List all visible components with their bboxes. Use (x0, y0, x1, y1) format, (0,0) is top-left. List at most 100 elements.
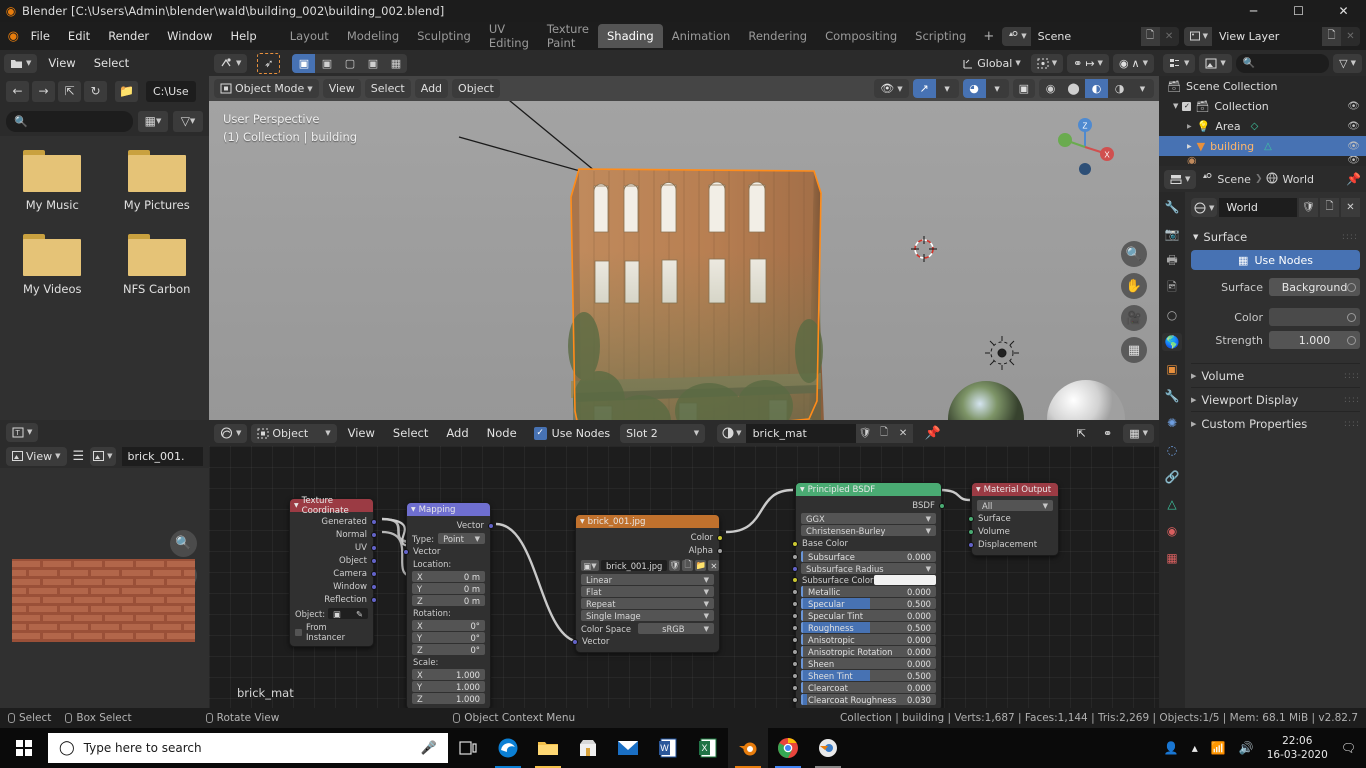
tab-animation[interactable]: Animation (663, 24, 740, 48)
mapping-rotation-z[interactable]: Z 0° (412, 644, 485, 655)
transform-orientation-selector[interactable]: Global ▼ (955, 54, 1026, 73)
minimize-button[interactable]: ─ (1231, 0, 1276, 22)
use-nodes-button[interactable]: ▦ Use Nodes (1191, 250, 1360, 270)
taskbar-word-icon[interactable]: W (648, 728, 688, 768)
properties-tab-object[interactable]: ▣ (1162, 360, 1182, 378)
menu-window[interactable]: Window (159, 26, 220, 46)
file-search-input[interactable]: 🔍 (6, 110, 133, 132)
snap-magnet-icon[interactable]: ⚭ (1097, 424, 1118, 443)
wireframe-shading-icon[interactable]: ◉ (1039, 79, 1062, 98)
editor-type-button[interactable]: ▼ (1163, 53, 1196, 73)
panel-volume[interactable]: ▶ Volume :::: (1191, 363, 1360, 387)
breadcrumb-scene-label[interactable]: Scene (1217, 173, 1251, 186)
extension-dropdown[interactable]: Repeat ▼ (581, 598, 714, 609)
shader-node-canvas[interactable]: ▼ Texture Coordinate Generated Normal UV… (209, 446, 1159, 708)
node-mapping[interactable]: ▼ Mapping Vector Type: Point ▼ Vector Lo… (403, 502, 494, 708)
shader-menu-node[interactable]: Node (480, 424, 524, 442)
shader-type-selector[interactable]: Object ▼ (251, 423, 337, 443)
viewlayer-selector[interactable]: ▼ View Layer 🗋 ✕ (1183, 26, 1360, 46)
checkbox-icon[interactable] (295, 628, 302, 636)
eyedropper-icon[interactable]: ✎ (356, 609, 363, 619)
visibility-eye-icon[interactable]: 👁 (1347, 101, 1360, 112)
properties-tab-output[interactable]: 🖶 (1162, 252, 1182, 270)
people-icon[interactable]: 👤 (1164, 741, 1179, 755)
expand-triangle-icon[interactable]: ▶ (1191, 396, 1196, 404)
snapping-group[interactable]: ⚭ ↦ ▼ (1067, 53, 1109, 73)
outliner-filter-icon[interactable]: ▽ ▼ (1333, 53, 1362, 73)
viewport-3d-canvas[interactable]: User Perspective (1) Collection | buildi… (209, 101, 1159, 420)
input-displacement[interactable]: Displacement (968, 538, 1058, 551)
display-mode-selector[interactable]: ▼ (1199, 53, 1232, 73)
camera-view-icon[interactable]: 🎥 (1121, 305, 1147, 331)
editor-type-button[interactable]: ▼ (4, 53, 38, 73)
animate-property-dot-icon[interactable] (1347, 282, 1356, 292)
shader-menu-add[interactable]: Add (439, 424, 475, 442)
node-principled-bsdf[interactable]: ▼ Principled BSDF BSDF GGX ▼ Christensen-… (792, 482, 945, 708)
use-nodes-checkbox-icon[interactable]: ✓ (533, 426, 547, 440)
pan-hand-icon[interactable]: ✋ (1121, 273, 1147, 299)
input-sheen[interactable]: Sheen 0.000 (792, 658, 941, 669)
add-workspace-button[interactable]: + (975, 26, 1002, 47)
input-sheen-tint[interactable]: Sheen Tint 0.500 (792, 670, 941, 681)
input-surface[interactable]: Surface (968, 512, 1058, 525)
proportional-edit-group[interactable]: ◉ ∧ ▼ (1112, 53, 1154, 73)
node-output-bsdf[interactable]: BSDF (796, 499, 945, 512)
close-button[interactable]: ✕ (1321, 0, 1366, 22)
pivot-point-selector[interactable]: ▼ (1030, 53, 1064, 73)
editor-type-button[interactable]: ▼ (214, 423, 248, 443)
node-snap-selector[interactable]: ▦ ▼ (1123, 423, 1154, 443)
tab-compositing[interactable]: Compositing (816, 24, 906, 48)
tab-modeling[interactable]: Modeling (338, 24, 408, 48)
node-output-reflection[interactable]: Reflection (290, 593, 377, 606)
fake-user-shield-icon[interactable]: 🛡 (1299, 198, 1318, 217)
mapping-location-y[interactable]: Y 0 m (412, 583, 485, 594)
tab-rendering[interactable]: Rendering (739, 24, 816, 48)
editor-type-button[interactable]: T ▼ (6, 422, 39, 442)
properties-tab-material[interactable]: ◉ (1162, 522, 1182, 540)
outliner-row-building[interactable]: ▶ ▼ building △ 👁 (1159, 136, 1366, 156)
file-path-field[interactable]: C:\Use (146, 80, 196, 102)
input-volume[interactable]: Volume (968, 525, 1058, 538)
expand-triangle-icon[interactable]: ▼ (1193, 233, 1198, 241)
surface-shader-dropdown[interactable]: Background (1269, 278, 1360, 296)
navigation-gizmo[interactable]: Z X (1051, 113, 1119, 181)
forward-arrow-icon[interactable]: → (32, 80, 55, 102)
shader-menu-select[interactable]: Select (386, 424, 435, 442)
node-image-texture[interactable]: ▼ brick_001.jpg Color Alpha ▣ ▼ brick_001… (572, 514, 723, 653)
file-item-nfs-carbon[interactable]: NFS Carbon (105, 234, 210, 296)
mapping-type-dropdown[interactable]: Point ▼ (438, 533, 485, 544)
shading-options-chevron-down-icon[interactable]: ▼ (1131, 79, 1154, 98)
node-output-object[interactable]: Object (290, 554, 377, 567)
new-folder-icon[interactable]: 📁 (115, 80, 138, 102)
input-roughness[interactable]: Roughness 0.500 (792, 622, 941, 633)
show-overlays-icon[interactable]: ◕ (962, 79, 986, 98)
collapse-triangle-icon[interactable]: ▼ (294, 502, 299, 509)
select-invert-icon[interactable]: ▣ (361, 54, 384, 73)
material-icon[interactable]: ▼ (717, 423, 746, 443)
image-name-field[interactable]: brick_001.jpg (601, 560, 668, 571)
colorspace-dropdown[interactable]: sRGB ▼ (638, 623, 714, 634)
image-icon[interactable]: ▣ ▼ (581, 560, 599, 571)
image-name-field[interactable]: brick_001. (121, 446, 203, 466)
open-image-folder-icon[interactable]: 📁 (695, 560, 707, 571)
expand-triangle-icon[interactable]: ▶ (1187, 123, 1192, 130)
properties-tab-world[interactable]: 🌎 (1162, 333, 1182, 351)
select-box-icon[interactable]: ▣ (292, 53, 316, 73)
tab-layout[interactable]: Layout (281, 24, 338, 48)
interaction-mode-selector[interactable]: Object Mode ▼ (214, 79, 319, 98)
scene-selector[interactable]: ▼ Scene 🗋 ✕ (1002, 26, 1179, 46)
editor-type-button[interactable]: ▼ (1164, 169, 1197, 189)
go-to-parent-icon[interactable]: ⇱ (1071, 424, 1092, 443)
node-header[interactable]: ▼ brick_001.jpg (576, 515, 719, 528)
duplicate-material-icon[interactable]: 🗋 (874, 423, 894, 443)
animate-property-dot-icon[interactable] (1347, 312, 1356, 322)
taskbar-mail-icon[interactable] (608, 728, 648, 768)
start-button[interactable] (0, 728, 48, 768)
gizmo-options-chevron-down-icon[interactable]: ▼ (936, 79, 959, 98)
node-header[interactable]: ▼ Principled BSDF (796, 483, 941, 496)
use-nodes-toggle[interactable]: ✓ Use Nodes (533, 426, 610, 440)
show-hidden-icons-chevron-up-icon[interactable]: ▴ (1192, 741, 1198, 755)
outliner-row-scene-collection[interactable]: 🗃 Scene Collection (1159, 76, 1366, 96)
properties-tab-render[interactable]: 📷 (1162, 225, 1182, 243)
hamburger-menu-icon[interactable]: ☰ (73, 449, 85, 464)
